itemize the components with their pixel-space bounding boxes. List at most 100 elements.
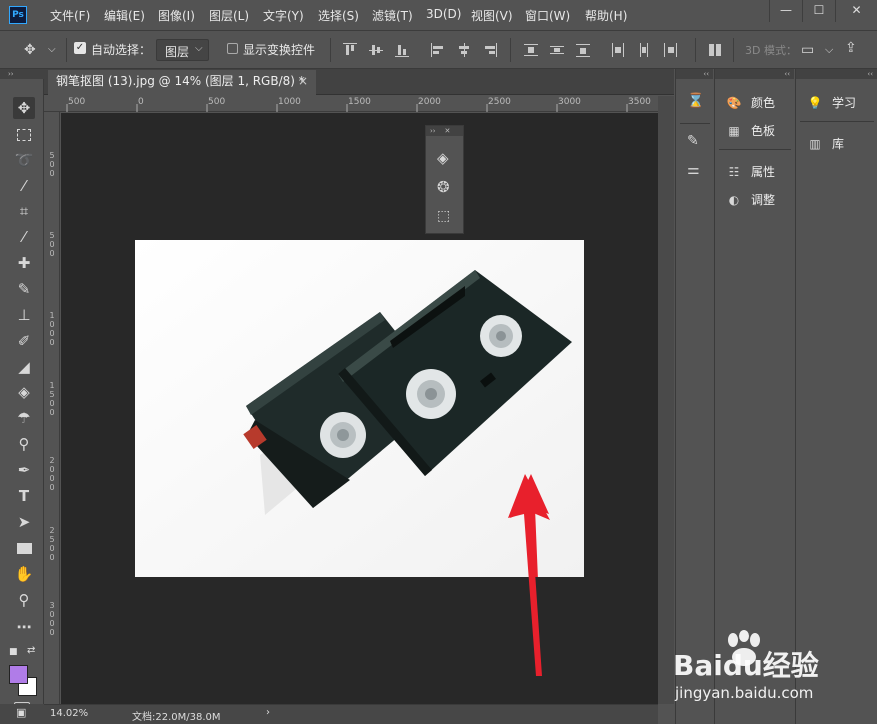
move-icon[interactable]: ✥	[24, 42, 36, 58]
type-tool-icon[interactable]: T	[13, 485, 35, 507]
path-selection-tool-icon[interactable]: ➤	[13, 511, 35, 533]
blur-tool-icon[interactable]: ☂	[13, 407, 35, 429]
close-tab-icon[interactable]: ×	[298, 70, 308, 92]
tools-panel: ›› ✥ ➰ ⁄ ⌗ ⁄ ✚ ✎ ⊥ ✐ ◢ ◈ ☂ ⚲ ✒ T ➤ ✋ ⚲ ⋯…	[0, 69, 44, 724]
horizontal-ruler: 500 0 500 1000 1500 2000 2500 3000 3500	[44, 96, 658, 112]
hand-tool-icon[interactable]: ✋	[13, 563, 35, 585]
libraries-panel-tab[interactable]: ▥ 库	[806, 135, 844, 152]
align-hcenter-icon[interactable]	[457, 43, 471, 57]
search-icon[interactable]: ⌵	[825, 42, 833, 58]
brush-settings-icon[interactable]: ✎	[687, 133, 699, 149]
rectangle-tool-icon[interactable]	[13, 537, 35, 559]
ruler-v-label: 1	[49, 381, 55, 390]
maximize-button[interactable]: ☐	[802, 0, 835, 22]
screen-mode-icon[interactable]: ▣	[16, 706, 26, 719]
menu-view[interactable]: 视图(V)	[471, 7, 513, 24]
more-tools-icon[interactable]: ⋯	[13, 616, 35, 638]
eyedropper-tool-icon[interactable]: ⁄	[13, 226, 35, 248]
menu-layer[interactable]: 图层(L)	[209, 7, 249, 24]
ruler-v-label: 1	[49, 311, 55, 320]
close-button[interactable]: ✕	[835, 0, 877, 22]
ruler-v-label: 2	[49, 456, 55, 465]
brush-presets-icon[interactable]: ⚌	[687, 162, 700, 178]
panel-collapse-icon[interactable]: ‹‹	[676, 69, 713, 79]
ruler-v-label: 0	[49, 329, 55, 338]
history-brush-tool-icon[interactable]: ✐	[13, 330, 35, 352]
align-right-icon[interactable]	[483, 43, 497, 57]
history-icon[interactable]: ⌛	[687, 93, 704, 109]
ruler-h-label: 3000	[558, 97, 581, 107]
ruler-v-label: 5	[49, 390, 55, 399]
panel-dock-icons: ‹‹ ⌛ ✎ ⚌	[675, 69, 713, 724]
ruler-h-label: 500	[208, 97, 226, 107]
menu-help[interactable]: 帮助(H)	[585, 7, 627, 24]
distribute-left-icon[interactable]	[611, 43, 625, 57]
align-bottom-icon[interactable]	[395, 43, 409, 57]
align-left-icon[interactable]	[431, 43, 445, 57]
lasso-tool-icon[interactable]: ➰	[13, 149, 35, 171]
learn-panel-tab[interactable]: 💡 学习	[806, 94, 857, 111]
paint-bucket-tool-icon[interactable]: ◈	[13, 381, 35, 403]
channels-icon[interactable]: ❂	[437, 179, 450, 195]
ruler-h-label: 1000	[278, 97, 301, 107]
chevron-down-icon[interactable]: ⌵	[48, 42, 56, 58]
auto-align-icon[interactable]	[708, 43, 722, 57]
brush-tool-icon[interactable]: ✎	[13, 278, 35, 300]
swatches-panel-tab[interactable]: ▦ 色板	[725, 122, 775, 139]
distribute-vcenter-icon[interactable]	[550, 43, 564, 57]
tools-collapse-icon[interactable]: ››	[0, 69, 44, 79]
layer-select-dropdown[interactable]: 图层 ⌵	[156, 39, 209, 61]
status-arrow-icon[interactable]: ›	[266, 707, 270, 718]
menu-select[interactable]: 选择(S)	[318, 7, 359, 24]
paths-icon[interactable]: ⬚	[437, 208, 450, 224]
properties-panel-tab[interactable]: ☷ 属性	[725, 163, 775, 180]
marquee-tool-icon[interactable]	[13, 123, 35, 145]
panel-collapse-icon[interactable]: ‹‹	[796, 69, 877, 79]
distribute-top-icon[interactable]	[524, 43, 538, 57]
move-tool-icon[interactable]: ✥	[13, 97, 35, 119]
menu-3d[interactable]: 3D(D)	[426, 7, 461, 21]
distribute-hcenter-icon[interactable]	[637, 43, 651, 57]
auto-select-checkbox[interactable]: ✓	[74, 42, 86, 54]
3d-mode-label: 3D 模式：	[745, 44, 797, 57]
properties-panel-label: 属性	[751, 165, 776, 179]
menu-bar: Ps 文件(F) 编辑(E) 图像(I) 图层(L) 文字(Y) 选择(S) 滤…	[0, 0, 877, 31]
ruler-v-label: 5	[49, 231, 55, 240]
zoom-level[interactable]: 14.02%	[50, 708, 88, 719]
menu-filter[interactable]: 滤镜(T)	[372, 7, 413, 24]
clone-stamp-tool-icon[interactable]: ⊥	[13, 304, 35, 326]
share-icon[interactable]: ⇪	[845, 40, 857, 56]
floating-panel-header[interactable]: ›› ✕	[426, 126, 463, 136]
zoom-tool-icon[interactable]: ⚲	[13, 589, 35, 611]
document-tab[interactable]: 钢笔抠图 (13).jpg @ 14% (图层 1, RGB/8) * ×	[48, 70, 316, 95]
panel-collapse-icon[interactable]: ‹‹	[715, 69, 794, 79]
dodge-tool-icon[interactable]: ⚲	[13, 433, 35, 455]
workspace-icon[interactable]: ▭	[801, 42, 814, 58]
menu-image[interactable]: 图像(I)	[158, 7, 195, 24]
foreground-color-swatch[interactable]	[9, 665, 28, 684]
ruler-v-label: 3	[49, 601, 55, 610]
layers-icon[interactable]: ◈	[437, 150, 449, 166]
crop-tool-icon[interactable]: ⌗	[13, 200, 35, 222]
align-vcenter-icon[interactable]	[369, 43, 383, 57]
menu-window[interactable]: 窗口(W)	[525, 7, 570, 24]
swatches-icon: ▦	[728, 124, 740, 138]
menu-type[interactable]: 文字(Y)	[263, 7, 304, 24]
distribute-right-icon[interactable]	[663, 43, 677, 57]
distribute-bottom-icon[interactable]	[576, 43, 590, 57]
color-panel-tab[interactable]: 🎨 颜色	[725, 94, 776, 111]
minimize-button[interactable]: —	[769, 0, 802, 22]
magic-wand-tool-icon[interactable]: ⁄	[13, 175, 35, 197]
menu-file[interactable]: 文件(F)	[50, 7, 90, 24]
watermark-brand: Baidu经验	[673, 649, 819, 682]
align-top-icon[interactable]	[343, 43, 357, 57]
pen-tool-icon[interactable]: ✒	[13, 459, 35, 481]
menu-edit[interactable]: 编辑(E)	[104, 7, 145, 24]
healing-brush-tool-icon[interactable]: ✚	[13, 252, 35, 274]
swap-colors-icon[interactable]: ⇄	[27, 645, 35, 656]
vertical-scrollbar[interactable]	[658, 96, 674, 704]
adjustments-panel-tab[interactable]: ◐ 调整	[725, 191, 775, 208]
default-colors-icon[interactable]: ■	[9, 647, 18, 657]
show-transform-checkbox[interactable]	[227, 43, 238, 54]
eraser-tool-icon[interactable]: ◢	[13, 356, 35, 378]
